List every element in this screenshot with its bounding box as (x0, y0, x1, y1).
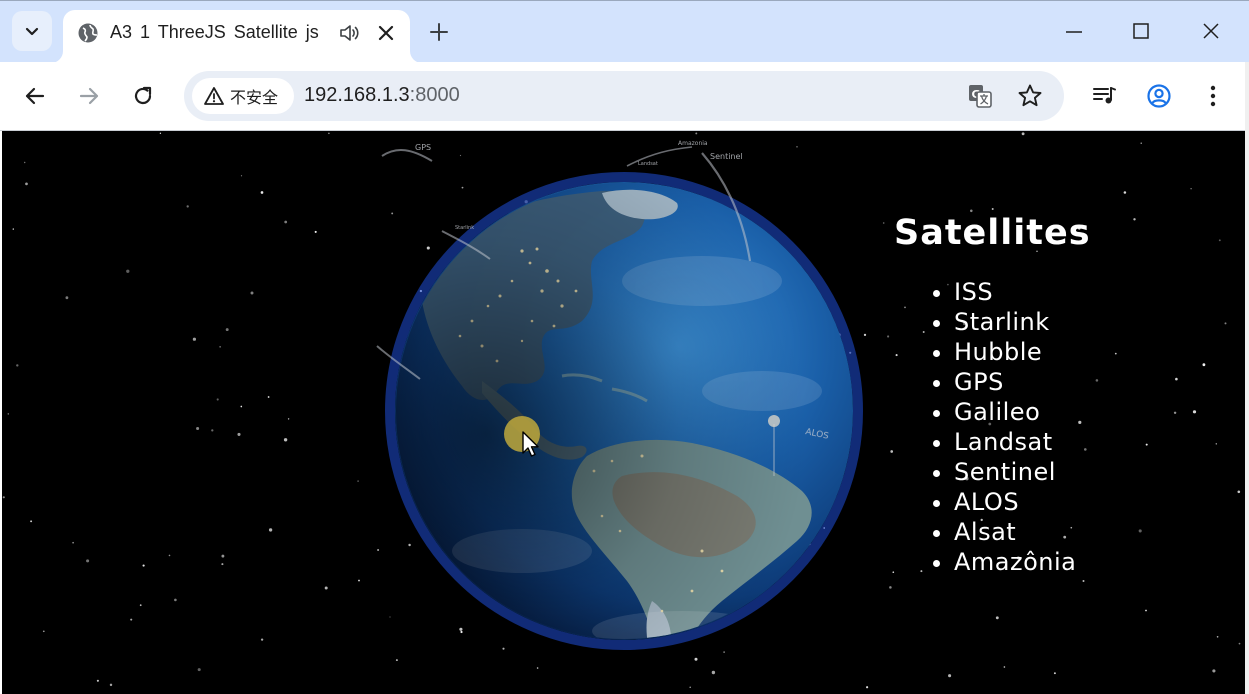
satellite-item-sentinel[interactable]: Sentinel (954, 457, 1091, 487)
globe-label-sentinel: Sentinel (710, 152, 743, 161)
star-icon[interactable] (1017, 83, 1043, 109)
globe-label-starlink: Starlink (455, 225, 474, 231)
satellite-item-galileo[interactable]: Galileo (954, 397, 1091, 427)
translate-icon[interactable]: G (967, 83, 993, 109)
continents (396, 183, 852, 639)
globe-label-landsat: Landsat (638, 161, 658, 167)
minimize-icon[interactable] (1064, 21, 1084, 41)
window-close-icon[interactable] (1201, 21, 1221, 41)
maximize-icon[interactable] (1131, 21, 1151, 41)
chevron-down-icon (25, 27, 39, 36)
security-label: 不安全 (230, 88, 279, 107)
satellite-item-alsat[interactable]: Alsat (954, 517, 1091, 547)
url-port: :8000 (409, 84, 460, 106)
satellite-item-gps[interactable]: GPS (954, 367, 1091, 397)
tab-search-button[interactable] (12, 11, 52, 51)
satellite-marker[interactable] (768, 415, 780, 427)
page-viewport[interactable]: GPS Amazonia Sentinel Landsat Starlink A… (2, 131, 1245, 694)
panel-title: Satellites (894, 213, 1091, 253)
speaker-icon[interactable] (339, 23, 361, 43)
satellite-item-landsat[interactable]: Landsat (954, 427, 1091, 457)
close-icon[interactable] (375, 22, 397, 44)
satellites-panel: Satellites ISS Starlink Hubble GPS Galil… (894, 213, 1091, 577)
tab-title: A3 1 ThreeJS Satellite js (110, 22, 319, 42)
satellite-item-starlink[interactable]: Starlink (954, 307, 1091, 337)
address-bar[interactable]: 不安全 192.168.1.3:8000 G (184, 71, 1064, 121)
profile-icon[interactable] (1146, 83, 1172, 109)
security-chip[interactable]: 不安全 (192, 78, 294, 114)
forward-arrow-icon[interactable] (76, 83, 102, 109)
globe-label-amazonia: Amazonia (678, 140, 708, 147)
media-queue-icon[interactable] (1091, 83, 1117, 109)
url-host: 192.168.1.3 (304, 84, 410, 106)
browser-toolbar: 不安全 192.168.1.3:8000 G (0, 62, 1249, 131)
plus-icon[interactable] (428, 21, 450, 43)
globe-icon (78, 23, 98, 43)
satellite-list: ISS Starlink Hubble GPS Galileo Landsat … (894, 277, 1091, 577)
warning-triangle-icon (204, 87, 224, 105)
satellite-item-hubble[interactable]: Hubble (954, 337, 1091, 367)
satellite-item-iss[interactable]: ISS (954, 277, 1091, 307)
globe-label-gps: GPS (415, 143, 431, 152)
url-text[interactable]: 192.168.1.3:8000 (304, 84, 460, 107)
tab-strip: A3 1 ThreeJS Satellite js (0, 0, 1249, 63)
back-arrow-icon[interactable] (22, 83, 48, 109)
mouse-cursor-icon (522, 431, 539, 457)
satellite-item-amazonia[interactable]: Amazônia (954, 547, 1091, 577)
active-tab[interactable]: A3 1 ThreeJS Satellite js (63, 10, 410, 63)
window-edge (1245, 62, 1249, 694)
reload-icon[interactable] (130, 83, 156, 109)
kebab-menu-icon[interactable] (1200, 83, 1226, 109)
satellite-item-alos[interactable]: ALOS (954, 487, 1091, 517)
